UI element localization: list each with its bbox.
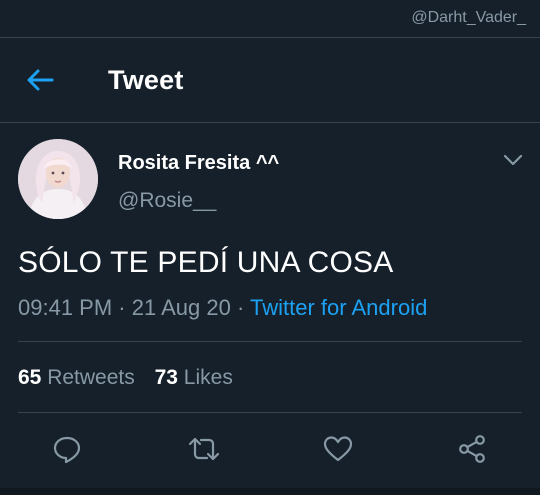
retweets-count: 65	[18, 366, 42, 389]
author-name[interactable]: Rosita Fresita ^^	[118, 152, 279, 175]
back-button[interactable]	[22, 64, 58, 96]
avatar-image	[18, 139, 98, 219]
likes-count: 73	[154, 366, 178, 389]
retweets-label: Retweets	[47, 366, 135, 389]
share-icon	[459, 435, 485, 463]
tweet-text: SÓLO TE PEDÍ UNA COSA	[18, 246, 394, 279]
likes-label: Likes	[183, 366, 233, 389]
page-title: Tweet	[108, 65, 184, 95]
retweet-icon	[188, 437, 220, 461]
divider	[18, 341, 522, 342]
reply-button[interactable]	[49, 431, 85, 467]
retweets-stat[interactable]: 65 Retweets	[18, 366, 135, 389]
reply-icon	[53, 436, 81, 464]
avatar[interactable]	[18, 139, 98, 219]
author-handle[interactable]: @Rosie__	[118, 189, 216, 213]
bottom-edge	[0, 488, 540, 495]
tweet-date: 21 Aug 20	[131, 295, 231, 320]
app-header: Tweet	[0, 38, 540, 122]
heart-icon	[323, 436, 353, 462]
more-options-button[interactable]	[502, 151, 524, 169]
meta-separator: ·	[236, 295, 251, 320]
tweet-stats: 65 Retweets 73 Likes	[18, 366, 233, 390]
likes-stat[interactable]: 73 Likes	[155, 366, 233, 389]
back-arrow-icon	[27, 69, 54, 91]
like-button[interactable]	[320, 431, 356, 467]
tweet-source-link[interactable]: Twitter for Android	[250, 295, 427, 320]
share-button[interactable]	[454, 431, 490, 467]
tweet-meta: 09:41 PM · 21 Aug 20 · Twitter for Andro…	[18, 295, 427, 321]
divider	[18, 412, 522, 413]
chevron-down-icon	[503, 154, 523, 166]
action-bar	[0, 431, 540, 467]
watermark: @Darht_Vader_	[411, 9, 526, 26]
meta-separator: ·	[118, 295, 132, 320]
tweet-time: 09:41 PM	[18, 295, 113, 320]
retweet-button[interactable]	[186, 431, 222, 467]
divider	[0, 122, 540, 123]
